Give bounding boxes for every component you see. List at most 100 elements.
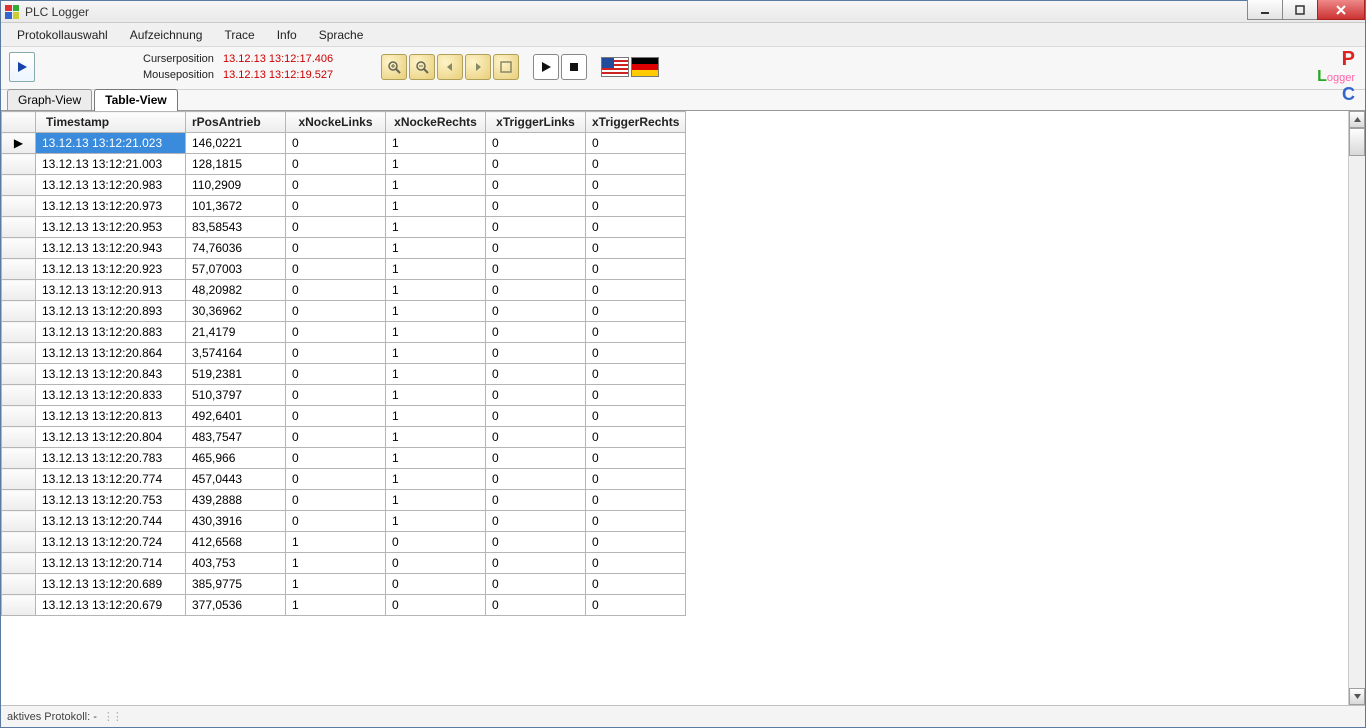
menu-info[interactable]: Info xyxy=(267,26,307,44)
row-selector[interactable] xyxy=(2,217,36,238)
table-row[interactable]: 13.12.13 13:12:20.689385,97751000 xyxy=(2,574,686,595)
run-button[interactable] xyxy=(9,52,35,82)
row-selector[interactable] xyxy=(2,511,36,532)
menu-trace[interactable]: Trace xyxy=(214,26,264,44)
menu-sprache[interactable]: Sprache xyxy=(309,26,374,44)
cell-rposantrieb: 403,753 xyxy=(186,553,286,574)
row-selector[interactable] xyxy=(2,175,36,196)
table-row[interactable]: 13.12.13 13:12:20.95383,585430100 xyxy=(2,217,686,238)
scroll-thumb[interactable] xyxy=(1349,128,1365,156)
cell-timestamp: 13.12.13 13:12:20.724 xyxy=(36,532,186,553)
row-selector[interactable] xyxy=(2,343,36,364)
table-row[interactable]: 13.12.13 13:12:20.783465,9660100 xyxy=(2,448,686,469)
row-selector[interactable] xyxy=(2,427,36,448)
cell-xnockerechts: 1 xyxy=(386,490,486,511)
table-row[interactable]: 13.12.13 13:12:20.714403,7531000 xyxy=(2,553,686,574)
row-selector[interactable] xyxy=(2,490,36,511)
col-xtriggerrechts[interactable]: xTriggerRechts xyxy=(586,112,686,133)
table-row[interactable]: 13.12.13 13:12:20.833510,37970100 xyxy=(2,385,686,406)
cell-xnockelinks: 1 xyxy=(286,595,386,616)
table-row[interactable]: 13.12.13 13:12:20.91348,209820100 xyxy=(2,280,686,301)
row-selector[interactable] xyxy=(2,406,36,427)
col-timestamp[interactable]: Timestamp xyxy=(36,112,186,133)
scroll-down-button[interactable] xyxy=(1349,688,1365,705)
cell-xnockelinks: 0 xyxy=(286,448,386,469)
cell-xtriggerrechts: 0 xyxy=(586,364,686,385)
table-row[interactable]: 13.12.13 13:12:20.92357,070030100 xyxy=(2,259,686,280)
cell-xnockerechts: 1 xyxy=(386,469,486,490)
row-selector[interactable] xyxy=(2,595,36,616)
table-row[interactable]: 13.12.13 13:12:20.724412,65681000 xyxy=(2,532,686,553)
position-readout: Curserposition 13.12.13 13:12:17.406 Mou… xyxy=(143,51,333,83)
table-row[interactable]: ▶13.12.13 13:12:21.023146,02210100 xyxy=(2,133,686,154)
row-selector[interactable] xyxy=(2,238,36,259)
language-german-button[interactable] xyxy=(631,57,659,77)
table-scroll-area[interactable]: Timestamp rPosAntrieb xNockeLinks xNocke… xyxy=(1,111,1348,705)
mouse-position-value: 13.12.13 13:12:19.527 xyxy=(223,67,333,83)
tab-table-view[interactable]: Table-View xyxy=(94,89,178,111)
zoom-out-button[interactable] xyxy=(409,54,435,80)
cell-xtriggerlinks: 0 xyxy=(486,448,586,469)
close-button[interactable] xyxy=(1317,0,1365,20)
play-button[interactable] xyxy=(533,54,559,80)
table-row[interactable]: 13.12.13 13:12:20.89330,369620100 xyxy=(2,301,686,322)
col-xnockerechts[interactable]: xNockeRechts xyxy=(386,112,486,133)
nav-left-button[interactable] xyxy=(437,54,463,80)
row-selector[interactable] xyxy=(2,553,36,574)
row-selector[interactable] xyxy=(2,469,36,490)
zoom-in-button[interactable] xyxy=(381,54,407,80)
nav-right-button[interactable] xyxy=(465,54,491,80)
cell-rposantrieb: 519,2381 xyxy=(186,364,286,385)
tab-graph-view[interactable]: Graph-View xyxy=(7,89,92,111)
cell-xnockelinks: 0 xyxy=(286,490,386,511)
col-rposantrieb[interactable]: rPosAntrieb xyxy=(186,112,286,133)
vertical-scrollbar[interactable] xyxy=(1348,111,1365,705)
row-selector[interactable] xyxy=(2,364,36,385)
scroll-up-button[interactable] xyxy=(1349,111,1365,128)
row-selector[interactable] xyxy=(2,196,36,217)
table-row[interactable]: 13.12.13 13:12:20.973101,36720100 xyxy=(2,196,686,217)
table-row[interactable]: 13.12.13 13:12:20.813492,64010100 xyxy=(2,406,686,427)
row-selector[interactable] xyxy=(2,301,36,322)
stop-button[interactable] xyxy=(561,54,587,80)
zoom-button-group xyxy=(381,54,519,80)
cell-xnockerechts: 1 xyxy=(386,406,486,427)
zoom-fit-button[interactable] xyxy=(493,54,519,80)
minimize-button[interactable] xyxy=(1247,0,1283,20)
table-row[interactable]: 13.12.13 13:12:20.753439,28880100 xyxy=(2,490,686,511)
table-row[interactable]: 13.12.13 13:12:20.88321,41790100 xyxy=(2,322,686,343)
table-row[interactable]: 13.12.13 13:12:20.843519,23810100 xyxy=(2,364,686,385)
table-row[interactable]: 13.12.13 13:12:20.744430,39160100 xyxy=(2,511,686,532)
cell-rposantrieb: 439,2888 xyxy=(186,490,286,511)
cursor-position-value: 13.12.13 13:12:17.406 xyxy=(223,51,333,67)
table-row[interactable]: 13.12.13 13:12:20.983110,29090100 xyxy=(2,175,686,196)
table-row[interactable]: 13.12.13 13:12:20.94374,760360100 xyxy=(2,238,686,259)
row-selector[interactable] xyxy=(2,280,36,301)
cell-rposantrieb: 430,3916 xyxy=(186,511,286,532)
cell-xtriggerlinks: 0 xyxy=(486,385,586,406)
row-selector[interactable] xyxy=(2,385,36,406)
table-row[interactable]: 13.12.13 13:12:20.804483,75470100 xyxy=(2,427,686,448)
row-selector[interactable]: ▶ xyxy=(2,133,36,154)
language-english-button[interactable] xyxy=(601,57,629,77)
row-selector[interactable] xyxy=(2,154,36,175)
app-icon xyxy=(5,5,19,19)
row-selector[interactable] xyxy=(2,574,36,595)
row-selector[interactable] xyxy=(2,532,36,553)
maximize-button[interactable] xyxy=(1282,0,1318,20)
col-xtriggerlinks[interactable]: xTriggerLinks xyxy=(486,112,586,133)
row-selector[interactable] xyxy=(2,322,36,343)
scroll-track[interactable] xyxy=(1349,128,1365,688)
cell-xnockerechts: 1 xyxy=(386,133,486,154)
cell-xnockerechts: 0 xyxy=(386,532,486,553)
row-selector[interactable] xyxy=(2,259,36,280)
table-row[interactable]: 13.12.13 13:12:21.003128,18150100 xyxy=(2,154,686,175)
row-selector[interactable] xyxy=(2,448,36,469)
menu-protokollauswahl[interactable]: Protokollauswahl xyxy=(7,26,118,44)
col-xnockelinks[interactable]: xNockeLinks xyxy=(286,112,386,133)
table-row[interactable]: 13.12.13 13:12:20.8643,5741640100 xyxy=(2,343,686,364)
menu-aufzeichnung[interactable]: Aufzeichnung xyxy=(120,26,213,44)
table-row[interactable]: 13.12.13 13:12:20.774457,04430100 xyxy=(2,469,686,490)
cell-xnockelinks: 0 xyxy=(286,280,386,301)
table-row[interactable]: 13.12.13 13:12:20.679377,05361000 xyxy=(2,595,686,616)
